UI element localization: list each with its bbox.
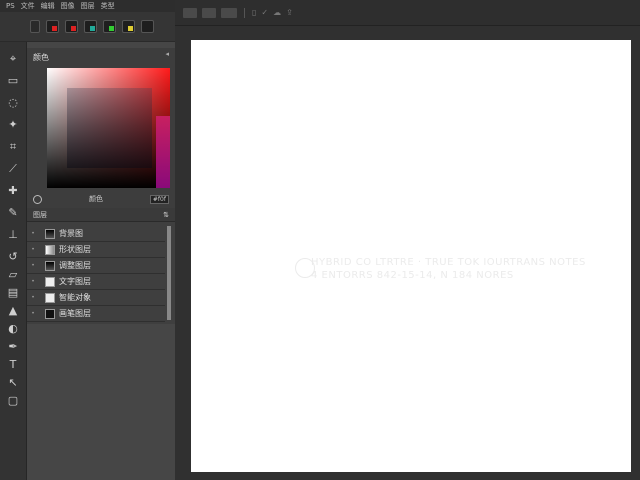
share-icon[interactable]: ⇪	[286, 8, 293, 17]
toolbar-divider	[244, 7, 245, 18]
layers-menu-icon[interactable]: ⇅	[163, 211, 169, 219]
collapse-icon[interactable]: ◂	[165, 50, 169, 58]
visibility-icon[interactable]: •	[27, 278, 39, 285]
eraser-icon[interactable]: ▱	[6, 268, 20, 282]
visibility-icon[interactable]: •	[27, 246, 39, 253]
canvas-stage: HYBRID CO LTRTRE · TRUE TOK IOURTRANS NO…	[175, 26, 640, 480]
option-dark-icon[interactable]	[141, 20, 154, 33]
layer-name: 调整图层	[59, 261, 91, 270]
menu-item-file[interactable]: 文件	[21, 1, 35, 11]
options-bar	[0, 12, 175, 42]
visibility-icon[interactable]: •	[27, 230, 39, 237]
watermark-line-2: 4 ENTORRS 842-15-14, N 184 NORES	[311, 270, 514, 281]
shape-icon[interactable]: ▢	[6, 394, 20, 408]
layers-title: 图层	[33, 210, 47, 219]
path-select-icon[interactable]: ↖	[6, 376, 20, 390]
option-red-icon[interactable]	[46, 20, 59, 33]
visibility-icon[interactable]: •	[27, 262, 39, 269]
layer-name: 形状图层	[59, 245, 91, 254]
color-panel-title: 颜色	[33, 53, 49, 62]
eyedropper-icon[interactable]: ⟋	[6, 162, 20, 176]
menu-item-edit[interactable]: 编辑	[41, 1, 55, 11]
option-yellow-icon[interactable]	[122, 20, 135, 33]
watermark-line-1: HYBRID CO LTRTRE · TRUE TOK IOURTRANS NO…	[311, 257, 586, 268]
layer-name: 智能对象	[59, 293, 91, 302]
option-green-icon[interactable]	[103, 20, 116, 33]
brush-icon[interactable]: ✎	[6, 206, 20, 220]
menu-item-app[interactable]: PS	[6, 2, 15, 10]
document-canvas[interactable]: HYBRID CO LTRTRE · TRUE TOK IOURTRANS NO…	[191, 40, 631, 472]
layers-scrollbar[interactable]	[167, 226, 171, 320]
color-hex-button[interactable]: #f0f	[149, 194, 169, 204]
blur-icon[interactable]: ▲	[6, 304, 20, 318]
cloud-icon[interactable]: ☁	[273, 8, 281, 17]
menu-item-type[interactable]: 类型	[101, 1, 115, 11]
layer-row[interactable]: • 调整图层	[27, 258, 165, 274]
photo-editor-app: PS 文件 编辑 图像 图层 类型 ⌖ ▭ ◌ ✦ ⌗ ⟋ ✚ ✎ ⊥ ↺ ▱ …	[0, 0, 640, 480]
layer-row[interactable]: • 文字图层	[27, 274, 165, 290]
text-icon[interactable]: T	[6, 358, 20, 372]
pen-icon[interactable]: ✒	[6, 340, 20, 354]
watermark: HYBRID CO LTRTRE · TRUE TOK IOURTRANS NO…	[295, 256, 611, 282]
layer-row[interactable]: • 画笔图层	[27, 306, 165, 322]
magic-wand-icon[interactable]: ✦	[6, 118, 20, 132]
visibility-icon[interactable]: •	[27, 294, 39, 301]
layer-thumbnail	[45, 292, 55, 303]
layer-row[interactable]: • 智能对象	[27, 290, 165, 306]
frame-icon[interactable]: ▯	[252, 8, 256, 17]
hue-slider[interactable]	[156, 116, 170, 188]
move-icon[interactable]: ⌖	[6, 52, 20, 66]
gradient-icon[interactable]: ▤	[6, 286, 20, 300]
layers-panel: 图层 ⇅ • 背景图 • 形状图层 • 调整图层 • 文字图层 • 智能对象 •…	[27, 208, 175, 324]
right-panels: 颜色 ◂ 颜色 #f0f 图层 ⇅ • 背景图 • 形状图层 • 调整图层 • …	[27, 42, 175, 480]
color-panel: 颜色 ◂ 颜色 #f0f	[27, 48, 175, 210]
doc-button-2[interactable]	[202, 7, 216, 18]
option-teal-icon[interactable]	[84, 20, 97, 33]
color-circle-icon[interactable]	[33, 194, 42, 204]
tools-panel: ⌖ ▭ ◌ ✦ ⌗ ⟋ ✚ ✎ ⊥ ↺ ▱ ▤ ▲ ◐ ✒ T ↖ ▢	[0, 42, 27, 480]
visibility-icon[interactable]: •	[27, 310, 39, 317]
color-picker-field[interactable]	[47, 68, 170, 188]
layer-name: 文字图层	[59, 277, 91, 286]
color-footer: 颜色 #f0f	[33, 193, 169, 205]
layer-thumbnail	[45, 308, 55, 319]
layer-row[interactable]: • 形状图层	[27, 242, 165, 258]
layers-header: 图层 ⇅	[27, 208, 175, 222]
layer-thumbnail	[45, 244, 55, 255]
check-icon[interactable]: ✓	[261, 8, 268, 17]
layer-thumbnail	[45, 276, 55, 287]
dodge-icon[interactable]: ◐	[6, 322, 20, 336]
crop-icon[interactable]: ⌗	[6, 140, 20, 154]
layer-name: 背景图	[59, 229, 83, 238]
watermark-logo-icon	[295, 258, 315, 278]
doc-button-1[interactable]	[183, 7, 197, 18]
menu-bar: PS 文件 编辑 图像 图层 类型	[0, 0, 175, 12]
color-picker-shade	[67, 88, 152, 168]
layer-row[interactable]: • 背景图	[27, 226, 165, 242]
layer-name: 画笔图层	[59, 309, 91, 318]
layer-thumbnail	[45, 260, 55, 271]
menu-item-image[interactable]: 图像	[61, 1, 75, 11]
clone-stamp-icon[interactable]: ⊥	[6, 228, 20, 242]
color-footer-label: 颜色	[88, 195, 103, 203]
healing-brush-icon[interactable]: ✚	[6, 184, 20, 198]
marquee-icon[interactable]: ▭	[6, 74, 20, 88]
option-red-2-icon[interactable]	[65, 20, 78, 33]
layer-thumbnail	[45, 228, 55, 239]
doc-button-3[interactable]	[221, 7, 237, 18]
menu-item-layer[interactable]: 图层	[81, 1, 95, 11]
history-brush-icon[interactable]: ↺	[6, 250, 20, 264]
lock-icon[interactable]	[30, 20, 40, 33]
lasso-icon[interactable]: ◌	[6, 96, 20, 110]
document-toolbar: ▯ ✓ ☁ ⇪	[175, 0, 640, 26]
